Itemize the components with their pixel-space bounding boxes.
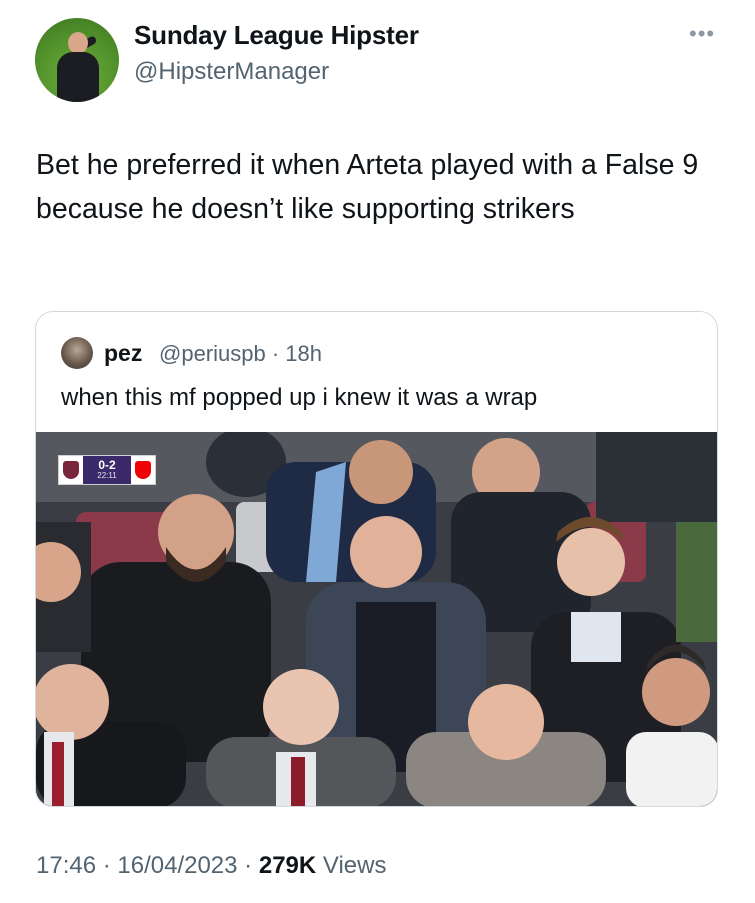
crowd-illustration: [36, 432, 717, 806]
avatar-figure-head: [68, 32, 88, 54]
quoted-photo[interactable]: 0-2 22:11: [36, 432, 717, 806]
quoted-tweet[interactable]: pez @periuspb · 18h when this mf popped …: [35, 311, 718, 807]
author-avatar[interactable]: [35, 18, 119, 102]
quoted-tweet-text: when this mf popped up i knew it was a w…: [61, 384, 538, 411]
views-label: Views: [316, 852, 387, 879]
scorebug-clock: 22:11: [97, 471, 117, 480]
scorebug-center: 0-2 22:11: [83, 456, 131, 484]
scorebug: 0-2 22:11: [58, 455, 156, 485]
quoted-author-avatar[interactable]: [61, 337, 93, 369]
home-crest-icon: [59, 456, 83, 484]
tweet-meta: 17:46 · 16/04/2023 · 279K Views: [36, 852, 386, 880]
tweet-text: Bet he preferred it when Arteta played w…: [36, 149, 699, 225]
author-display-name[interactable]: Sunday League Hipster: [134, 20, 419, 51]
scorebug-score: 0-2: [98, 458, 116, 472]
quoted-author-handle-time[interactable]: @periuspb · 18h: [159, 341, 322, 367]
away-crest-icon: [131, 456, 155, 484]
author-handle[interactable]: @HipsterManager: [134, 58, 329, 86]
more-horizontal-icon[interactable]: •••: [689, 23, 715, 45]
avatar-figure-body: [57, 52, 99, 102]
views-count[interactable]: 279K: [259, 852, 316, 879]
tweet: Sunday League Hipster @HipsterManager ••…: [0, 0, 755, 903]
tweet-datetime[interactable]: 17:46 · 16/04/2023 ·: [36, 852, 259, 879]
quoted-author-name[interactable]: pez: [104, 340, 142, 367]
